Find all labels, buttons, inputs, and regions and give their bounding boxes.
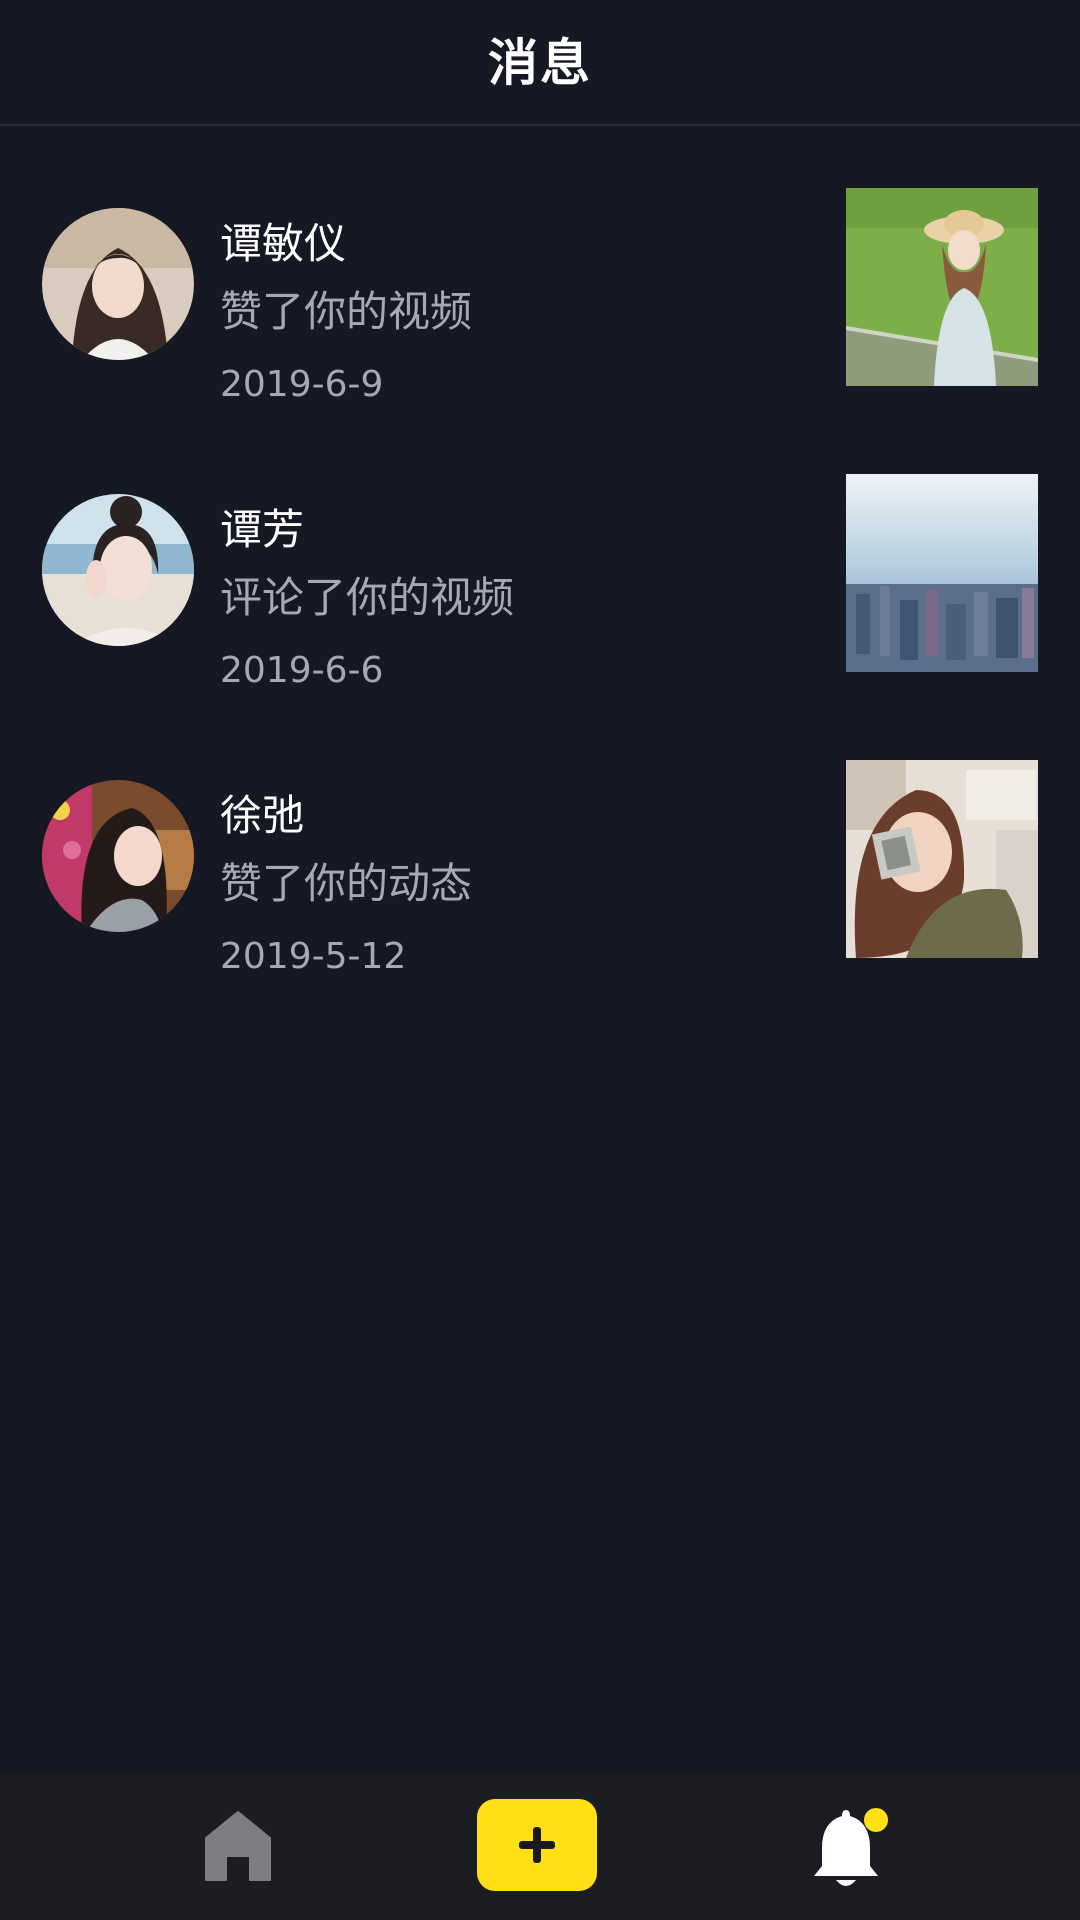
create-button[interactable] <box>477 1799 597 1891</box>
avatar[interactable] <box>42 208 194 360</box>
tab-notifications[interactable] <box>806 1808 888 1890</box>
post-thumbnail[interactable] <box>846 760 1038 958</box>
sender-name: 谭芳 <box>220 505 305 554</box>
sender-name: 徐弛 <box>220 791 305 840</box>
video-thumbnail[interactable] <box>846 188 1038 386</box>
plus-icon <box>519 1827 555 1863</box>
message-item[interactable]: 徐弛 赞了你的动态 2019-5-12 <box>0 698 1080 984</box>
message-action: 赞了你的动态 <box>220 859 473 908</box>
notification-badge <box>864 1808 888 1832</box>
message-item[interactable]: 谭芳 评论了你的视频 2019-6-6 <box>0 412 1080 698</box>
tab-home[interactable] <box>204 1810 272 1882</box>
avatar[interactable] <box>42 780 194 932</box>
message-date: 2019-6-6 <box>220 650 384 691</box>
message-action: 评论了你的视频 <box>220 573 515 622</box>
sender-name: 谭敏仪 <box>220 219 347 268</box>
video-thumbnail[interactable] <box>846 474 1038 672</box>
home-icon <box>205 1811 271 1881</box>
avatar[interactable] <box>42 494 194 646</box>
message-item[interactable]: 谭敏仪 赞了你的视频 2019-6-9 <box>0 126 1080 412</box>
message-date: 2019-5-12 <box>220 936 407 977</box>
page-title: 消息 <box>488 34 592 92</box>
message-action: 赞了你的视频 <box>220 287 473 336</box>
message-date: 2019-6-9 <box>220 364 384 405</box>
bottom-tab-bar <box>0 1772 1080 1920</box>
nav-header: 消息 <box>0 0 1080 126</box>
